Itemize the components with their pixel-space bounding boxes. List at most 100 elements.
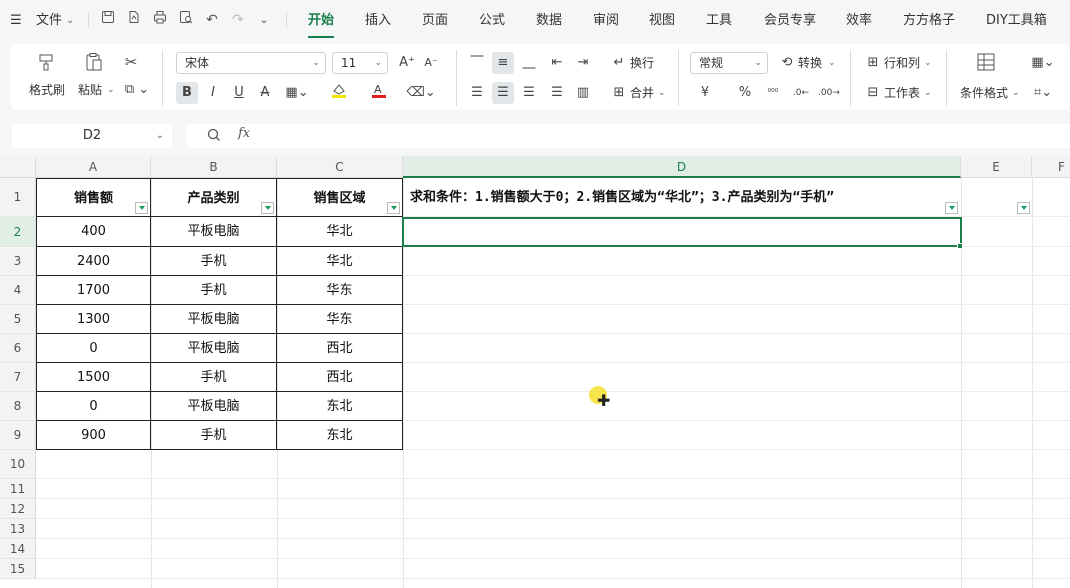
tab-member[interactable]: 会员专享	[764, 12, 816, 30]
select-all-corner[interactable]	[0, 156, 36, 178]
percent-button[interactable]: %	[734, 82, 756, 104]
number-format-select[interactable]: 常规 ⌄	[690, 52, 768, 74]
chevron-down-icon[interactable]: ⌄	[107, 82, 115, 98]
cell-b1[interactable]: 产品类别	[151, 178, 277, 217]
row-header-7[interactable]: 7	[0, 363, 36, 392]
format-painter-icon[interactable]	[34, 52, 58, 77]
thousands-separator-icon[interactable]: ⁰⁰⁰	[762, 82, 784, 104]
merge-icon[interactable]: ⊞	[608, 82, 630, 104]
chevron-down-icon[interactable]: ⌄	[254, 10, 274, 30]
name-box[interactable]: D2 ⌄	[12, 124, 172, 148]
cell-b8[interactable]: 平板电脑	[151, 392, 277, 421]
row-header-10[interactable]: 10	[0, 450, 36, 479]
cell-a1[interactable]: 销售额	[36, 178, 151, 217]
currency-button[interactable]: ¥	[694, 82, 716, 104]
column-header-b[interactable]: B	[151, 156, 277, 178]
chevron-down-icon[interactable]: ⌄	[658, 85, 666, 101]
cell-c2[interactable]: 华北	[277, 217, 403, 247]
cell-c8[interactable]: 东北	[277, 392, 403, 421]
tab-insert[interactable]: 插入	[365, 12, 391, 30]
fill-handle[interactable]	[957, 243, 963, 249]
row-header-6[interactable]: 6	[0, 334, 36, 363]
cell-a2[interactable]: 400	[36, 217, 151, 247]
distributed-icon[interactable]: ▥	[572, 82, 594, 104]
cell-a6[interactable]: 0	[36, 334, 151, 363]
filter-dropdown-a[interactable]	[135, 202, 148, 214]
border-icon[interactable]: ▦⌄	[282, 82, 312, 104]
row-col-icon[interactable]: ⊞	[862, 52, 884, 74]
decrease-font-icon[interactable]: A⁻	[420, 52, 442, 74]
tab-home[interactable]: 开始	[308, 12, 335, 38]
row-header-15[interactable]: 15	[0, 559, 36, 579]
row-header-14[interactable]: 14	[0, 539, 36, 559]
cell-b6[interactable]: 平板电脑	[151, 334, 277, 363]
row-col-label[interactable]: 行和列	[884, 55, 920, 71]
cell-c7[interactable]: 西北	[277, 363, 403, 392]
cell-b9[interactable]: 手机	[151, 421, 277, 450]
column-header-a[interactable]: A	[36, 156, 151, 178]
column-header-e[interactable]: E	[961, 156, 1032, 178]
tab-efficiency[interactable]: 效率	[846, 12, 872, 30]
align-middle-icon[interactable]: ≡	[492, 52, 514, 74]
menu-icon[interactable]: ☰	[10, 12, 22, 30]
fx-icon[interactable]: fx	[238, 126, 250, 141]
row-header-13[interactable]: 13	[0, 519, 36, 539]
filter-dropdown-d[interactable]	[945, 202, 958, 214]
tab-tools[interactable]: 工具	[706, 12, 732, 30]
row-header-3[interactable]: 3	[0, 247, 36, 276]
spreadsheet-grid[interactable]: A B C D E F 1 2 3 4 5 6 7 8 9 10 11 12 13 14 15 销售额 产品…	[0, 156, 1070, 588]
filter-dropdown-c[interactable]	[387, 202, 400, 214]
formula-input[interactable]: fx	[186, 124, 1070, 148]
file-menu[interactable]: 文件	[36, 12, 62, 30]
row-header-11[interactable]: 11	[0, 479, 36, 499]
underline-button[interactable]: U	[228, 82, 250, 104]
row-header-8[interactable]: 8	[0, 392, 36, 421]
cell-a5[interactable]: 1300	[36, 305, 151, 334]
cell-b7[interactable]: 手机	[151, 363, 277, 392]
chevron-down-icon[interactable]: ⌄	[828, 55, 836, 71]
align-center-icon[interactable]: ☰	[492, 82, 514, 104]
tab-data[interactable]: 数据	[536, 12, 562, 30]
filter-dropdown-b[interactable]	[261, 202, 274, 214]
convert-label[interactable]: 转换	[798, 55, 822, 71]
row-header-9[interactable]: 9	[0, 421, 36, 450]
cut-icon[interactable]: ✂	[120, 52, 142, 72]
convert-icon[interactable]: ⟲	[776, 52, 798, 74]
cell-b4[interactable]: 手机	[151, 276, 277, 305]
cell-a9[interactable]: 900	[36, 421, 151, 450]
align-top-icon[interactable]: ⎺	[466, 52, 488, 74]
format-painter-label[interactable]: 格式刷	[29, 82, 65, 98]
increase-decimal-icon[interactable]: .0←	[790, 82, 812, 104]
row-header-2[interactable]: 2	[0, 217, 36, 247]
row-header-5[interactable]: 5	[0, 305, 36, 334]
clear-format-icon[interactable]: ⌫⌄	[406, 82, 436, 104]
align-left-icon[interactable]: ☰	[466, 82, 488, 104]
font-size-select[interactable]: 11 ⌄	[332, 52, 388, 74]
fill-icon[interactable]: ⌗⌄	[1028, 82, 1058, 104]
wrap-text-icon[interactable]: ↵	[608, 52, 630, 74]
tab-diy-toolbox[interactable]: DIY工具箱	[986, 12, 1047, 30]
increase-indent-icon[interactable]: ⇥	[572, 52, 594, 74]
cell-c9[interactable]: 东北	[277, 421, 403, 450]
font-color-icon[interactable]: A	[364, 82, 394, 104]
chevron-down-icon[interactable]: ⌄	[924, 55, 932, 71]
cell-c6[interactable]: 西北	[277, 334, 403, 363]
conditional-format-label[interactable]: 条件格式	[960, 85, 1008, 101]
paste-label[interactable]: 粘贴	[78, 82, 102, 98]
decrease-decimal-icon[interactable]: .00→	[818, 82, 840, 104]
cell-c5[interactable]: 华东	[277, 305, 403, 334]
italic-button[interactable]: I	[202, 82, 224, 104]
undo-icon[interactable]: ↶	[202, 10, 222, 30]
cell-c1[interactable]: 销售区域	[277, 178, 403, 217]
justify-icon[interactable]: ☰	[546, 82, 568, 104]
align-right-icon[interactable]: ☰	[518, 82, 540, 104]
column-header-d[interactable]: D	[403, 156, 961, 178]
align-bottom-icon[interactable]: ⎽	[518, 52, 540, 74]
cell-b5[interactable]: 平板电脑	[151, 305, 277, 334]
worksheet-icon[interactable]: ⊟	[862, 82, 884, 104]
chevron-down-icon[interactable]: ⌄	[1012, 85, 1020, 101]
cell-c3[interactable]: 华北	[277, 247, 403, 276]
cell-a3[interactable]: 2400	[36, 247, 151, 276]
increase-font-icon[interactable]: A⁺	[396, 52, 418, 74]
strikethrough-button[interactable]: A	[254, 82, 276, 104]
